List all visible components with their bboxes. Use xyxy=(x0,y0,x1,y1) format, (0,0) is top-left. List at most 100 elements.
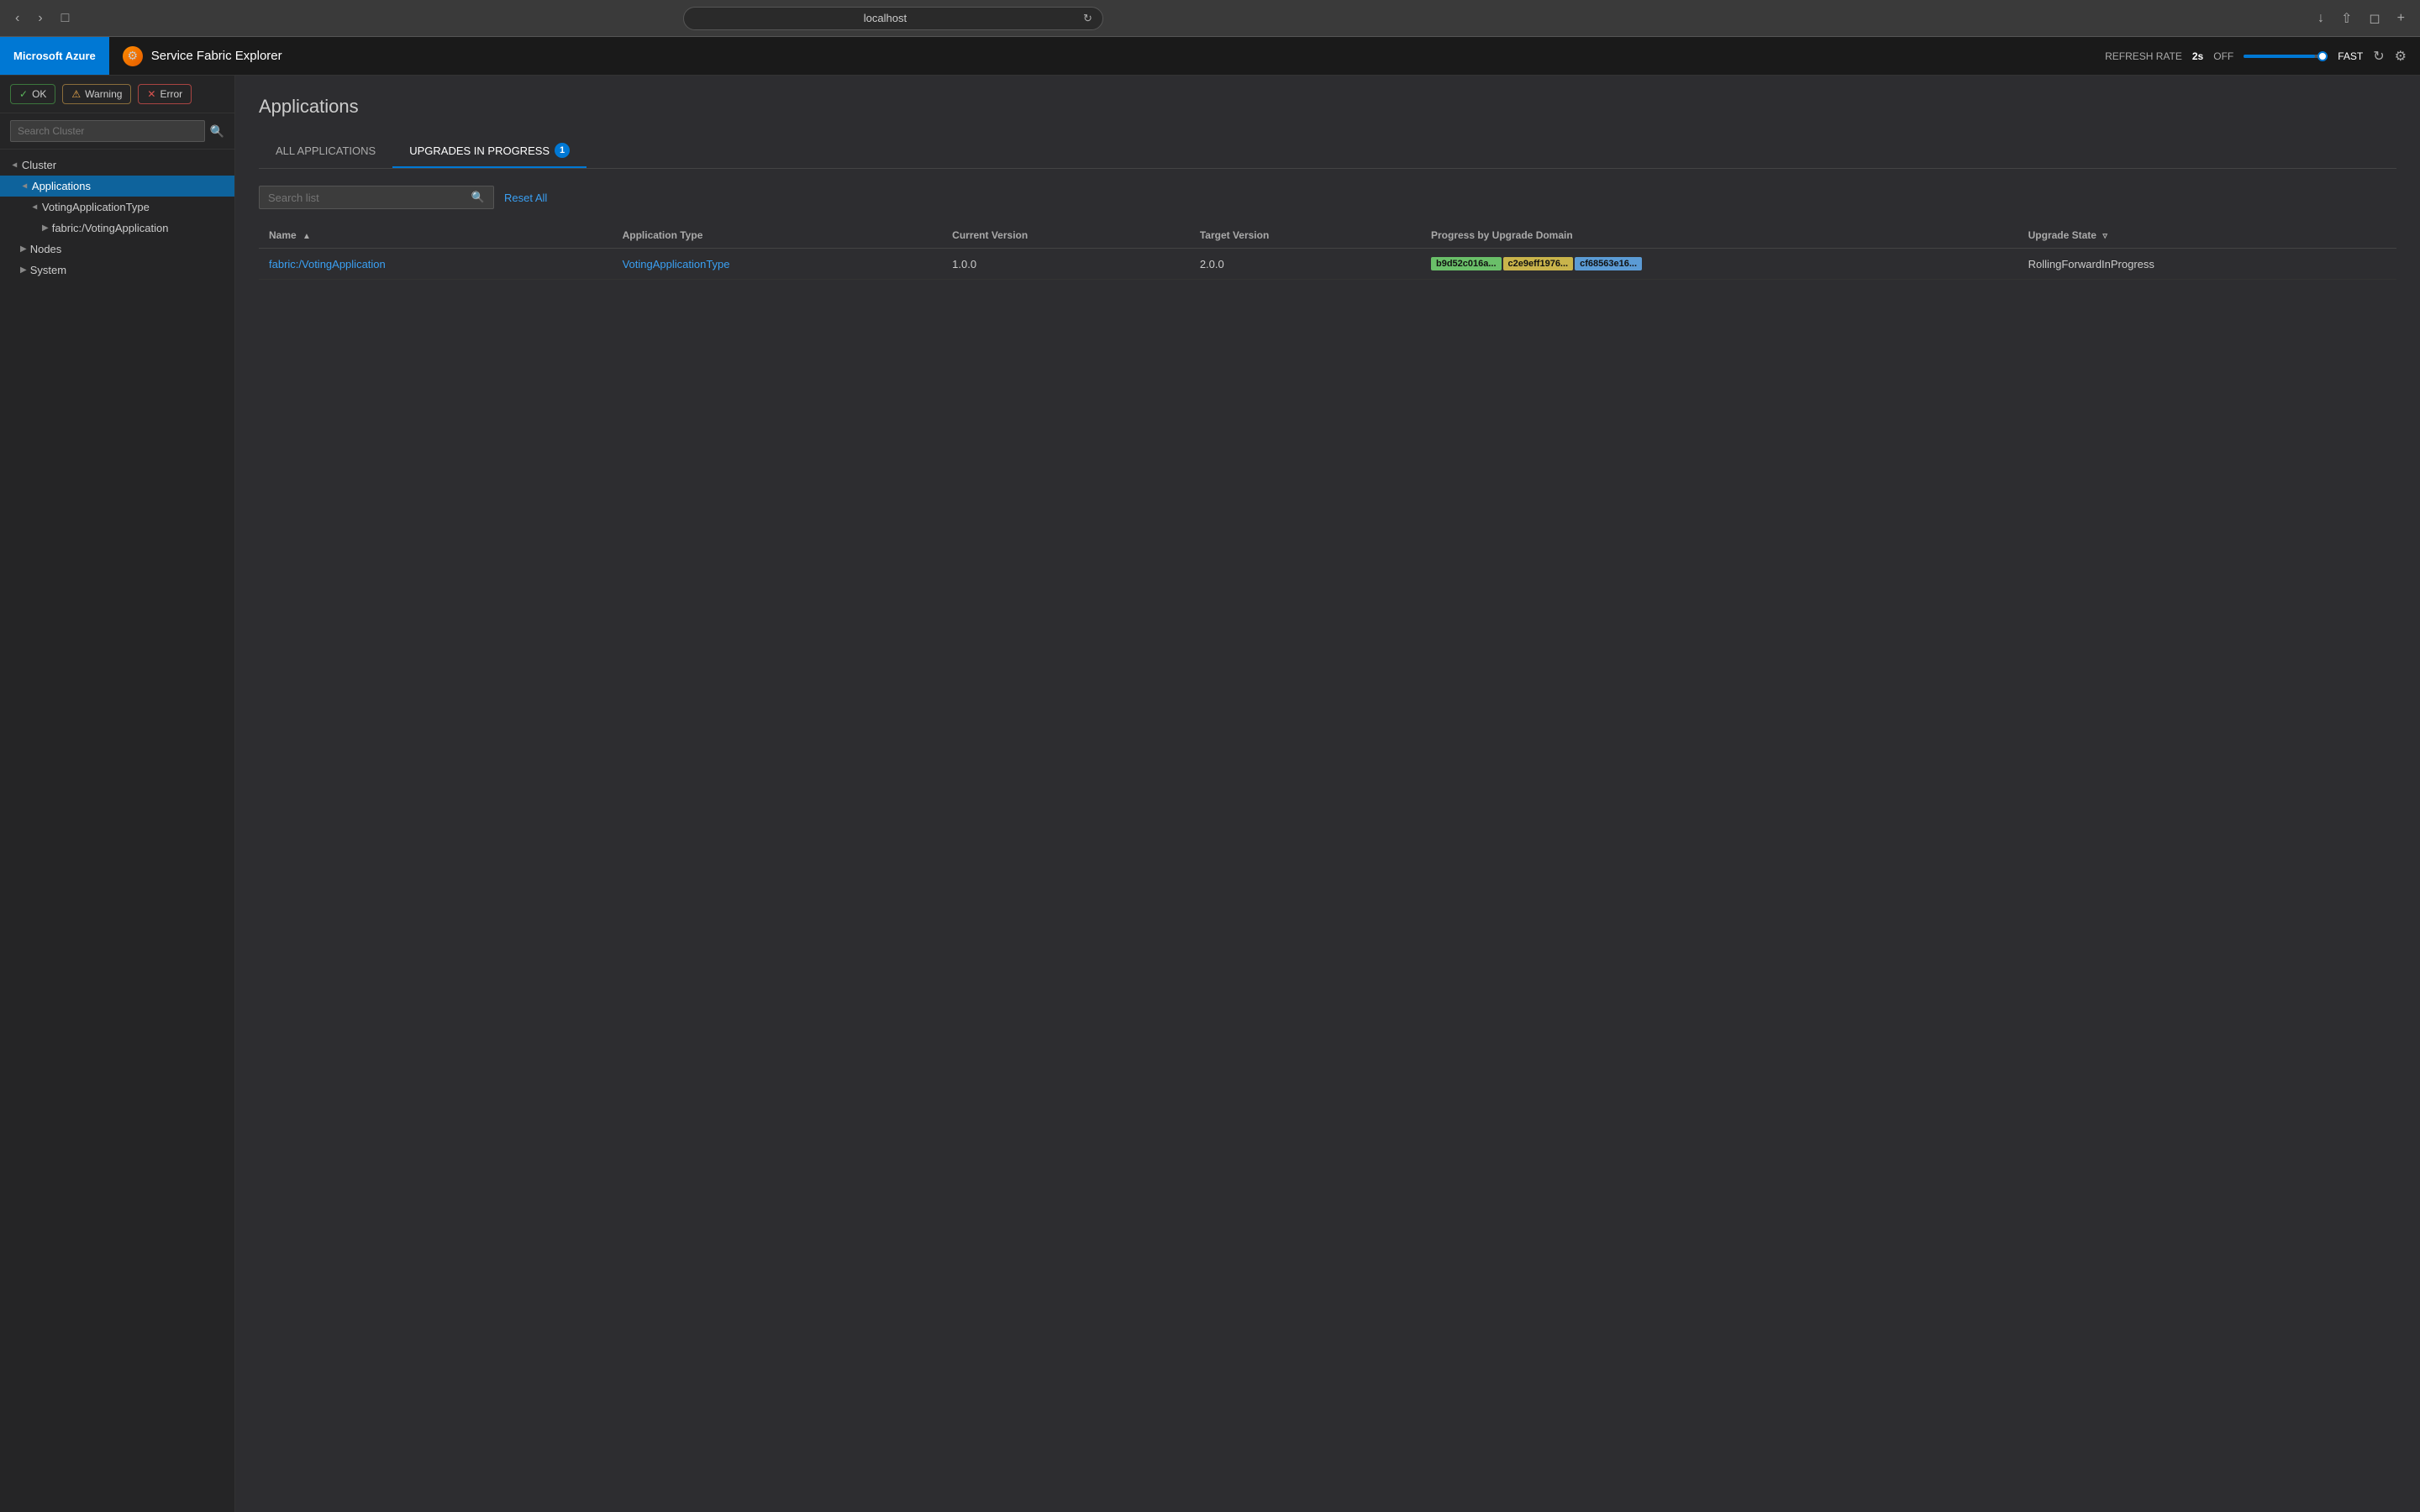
slider-thumb xyxy=(2317,51,2328,61)
app-type-link[interactable]: VotingApplicationType xyxy=(623,258,730,270)
fabricvoting-label: fabric:/VotingApplication xyxy=(52,222,169,234)
chevron-applications: ▼ xyxy=(19,182,29,191)
cell-progress: b9d52c016a... c2e9eff1976... cf68563e16.… xyxy=(1421,249,2018,280)
col-apptype: Application Type xyxy=(613,223,943,249)
sort-icon: ▲ xyxy=(302,232,311,241)
col-upgrade-state[interactable]: Upgrade State ▿ xyxy=(2018,223,2396,249)
app-name-link[interactable]: fabric:/VotingApplication xyxy=(269,258,386,270)
search-area: 🔍 xyxy=(0,113,234,150)
azure-brand: Microsoft Azure xyxy=(0,37,109,75)
applications-table: Name ▲ Application Type Current Version … xyxy=(259,223,2396,280)
domain-pill-2[interactable]: c2e9eff1976... xyxy=(1503,257,1574,270)
tab-upgrades-label: UPGRADES IN PROGRESS xyxy=(409,144,550,157)
forward-button[interactable]: › xyxy=(33,8,47,29)
tab-upgrades-in-progress[interactable]: UPGRADES IN PROGRESS 1 xyxy=(392,134,587,168)
chevron-votingapptype: ▼ xyxy=(29,203,39,212)
status-bar: ✓ OK ⚠ Warning ✕ Error xyxy=(0,76,234,113)
url-text: localhost xyxy=(694,12,1076,24)
warning-icon: ⚠ xyxy=(71,88,81,100)
domain-pill-1[interactable]: b9d52c016a... xyxy=(1431,257,1502,270)
tab-all-applications[interactable]: ALL APPLICATIONS xyxy=(259,134,392,168)
ok-status-button[interactable]: ✓ OK xyxy=(10,84,55,104)
filter-icon: ▿ xyxy=(2102,231,2107,241)
tab-icon[interactable]: ◻ xyxy=(2364,7,2385,30)
refresh-slider[interactable] xyxy=(2244,55,2328,58)
content-area: Applications ALL APPLICATIONS UPGRADES I… xyxy=(235,76,2420,1512)
app-title-area: ⚙ Service Fabric Explorer xyxy=(123,46,2105,66)
cluster-label: Cluster xyxy=(22,159,56,171)
settings-icon[interactable]: ⚙ xyxy=(2395,48,2407,65)
col-current-version: Current Version xyxy=(942,223,1190,249)
app-logo-icon: ⚙ xyxy=(127,49,138,63)
tabs: ALL APPLICATIONS UPGRADES IN PROGRESS 1 xyxy=(259,134,2396,169)
app-container: Microsoft Azure ⚙ Service Fabric Explore… xyxy=(0,37,2420,1512)
nav-tree: ▼ Cluster ▼ Applications ▼ VotingApplica… xyxy=(0,150,234,1512)
table-header-row: Name ▲ Application Type Current Version … xyxy=(259,223,2396,249)
upgrades-badge: 1 xyxy=(555,143,570,158)
col-target-version: Target Version xyxy=(1190,223,1421,249)
sidebar: ✓ OK ⚠ Warning ✕ Error 🔍 xyxy=(0,76,235,1512)
chevron-fabricvoting: ▶ xyxy=(42,223,49,233)
warning-status-button[interactable]: ⚠ Warning xyxy=(62,84,131,104)
tab-all-label: ALL APPLICATIONS xyxy=(276,144,376,157)
download-icon[interactable]: ↓ xyxy=(2312,8,2329,29)
share-icon[interactable]: ⇧ xyxy=(2336,7,2357,30)
table-row: fabric:/VotingApplication VotingApplicat… xyxy=(259,249,2396,280)
browser-chrome: ‹ › □ localhost ↻ ↓ ⇧ ◻ + xyxy=(0,0,2420,37)
error-status-button[interactable]: ✕ Error xyxy=(138,84,192,104)
search-list-input[interactable] xyxy=(268,192,466,204)
view-button[interactable]: □ xyxy=(56,8,75,29)
nodes-label: Nodes xyxy=(30,243,62,255)
reset-all-button[interactable]: Reset All xyxy=(504,192,547,204)
error-label: Error xyxy=(160,88,182,100)
refresh-value: 2s xyxy=(2192,50,2203,62)
ok-icon: ✓ xyxy=(19,88,28,100)
search-icon: 🔍 xyxy=(210,124,224,139)
slider-fill xyxy=(2244,55,2315,58)
filter-bar: 🔍 Reset All xyxy=(259,186,2396,209)
chevron-cluster: ▼ xyxy=(9,161,18,170)
back-button[interactable]: ‹ xyxy=(10,8,24,29)
cell-upgrade-state: RollingForwardInProgress xyxy=(2018,249,2396,280)
system-label: System xyxy=(30,264,66,276)
chevron-system: ▶ xyxy=(20,265,27,275)
address-bar: localhost ↻ xyxy=(683,7,1103,30)
error-icon: ✕ xyxy=(147,88,155,100)
col-progress: Progress by Upgrade Domain xyxy=(1421,223,2018,249)
chevron-nodes: ▶ xyxy=(20,244,27,254)
votingapptype-label: VotingApplicationType xyxy=(42,201,150,213)
cell-apptype: VotingApplicationType xyxy=(613,249,943,280)
cell-current-version: 1.0.0 xyxy=(942,249,1190,280)
refresh-icon[interactable]: ↻ xyxy=(2373,48,2384,65)
cell-target-version: 2.0.0 xyxy=(1190,249,1421,280)
tree-item-cluster[interactable]: ▼ Cluster xyxy=(0,155,234,176)
ok-label: OK xyxy=(32,88,46,100)
tree-item-fabricvoting[interactable]: ▶ fabric:/VotingApplication xyxy=(0,218,234,239)
top-bar: Microsoft Azure ⚙ Service Fabric Explore… xyxy=(0,37,2420,76)
list-search-container: 🔍 xyxy=(259,186,494,209)
domain-pill-3[interactable]: cf68563e16... xyxy=(1575,257,1642,270)
applications-label: Applications xyxy=(32,180,91,192)
tree-item-applications[interactable]: ▼ Applications xyxy=(0,176,234,197)
tree-item-system[interactable]: ▶ System xyxy=(0,260,234,281)
domain-pills: b9d52c016a... c2e9eff1976... cf68563e16.… xyxy=(1431,257,2008,270)
app-logo: ⚙ xyxy=(123,46,143,66)
list-search-icon: 🔍 xyxy=(471,191,485,204)
refresh-rate-label: REFRESH RATE xyxy=(2105,50,2182,62)
top-bar-right: REFRESH RATE 2s OFF FAST ↻ ⚙ xyxy=(2105,48,2407,65)
tree-item-nodes[interactable]: ▶ Nodes xyxy=(0,239,234,260)
page-title: Applications xyxy=(259,96,2396,118)
main-area: ✓ OK ⚠ Warning ✕ Error 🔍 xyxy=(0,76,2420,1512)
tree-item-votingapptype[interactable]: ▼ VotingApplicationType xyxy=(0,197,234,218)
slider-track[interactable] xyxy=(2244,55,2328,58)
refresh-page-icon[interactable]: ↻ xyxy=(1083,12,1092,25)
warning-label: Warning xyxy=(85,88,122,100)
refresh-toggle[interactable]: OFF xyxy=(2213,50,2233,62)
cell-name: fabric:/VotingApplication xyxy=(259,249,613,280)
app-title: Service Fabric Explorer xyxy=(151,49,282,63)
fast-label: FAST xyxy=(2338,50,2363,62)
col-name[interactable]: Name ▲ xyxy=(259,223,613,249)
extend-icon[interactable]: + xyxy=(2392,8,2410,29)
browser-right-icons: ↓ ⇧ ◻ + xyxy=(2312,7,2410,30)
search-cluster-input[interactable] xyxy=(10,120,205,142)
